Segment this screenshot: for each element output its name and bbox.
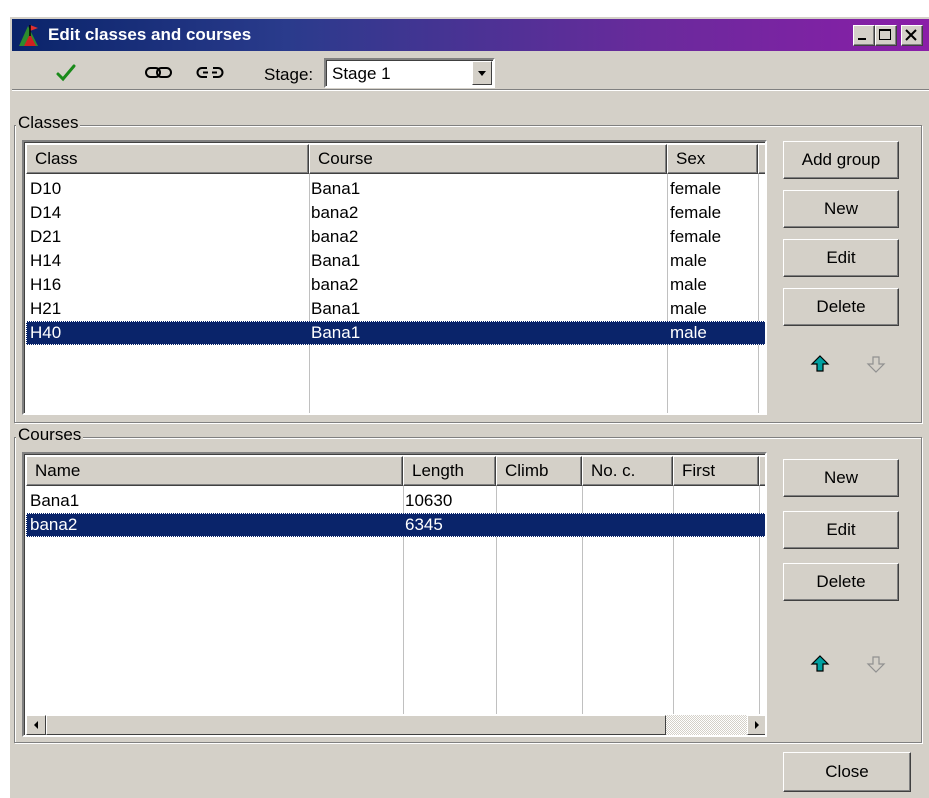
table-row[interactable]: H16 bana2 male: [26, 273, 765, 297]
minimize-button[interactable]: [853, 25, 875, 46]
new-class-button[interactable]: New: [783, 190, 899, 228]
title-bar[interactable]: Edit classes and courses: [12, 19, 929, 51]
table-row[interactable]: Bana1 10630: [26, 489, 765, 513]
table-row[interactable]: D21 bana2 female: [26, 225, 765, 249]
column-header-name[interactable]: Name: [26, 456, 403, 486]
course-cell: bana2: [311, 227, 359, 246]
sex-cell: male: [670, 275, 707, 294]
move-down-icon[interactable]: [866, 354, 886, 374]
edit-course-button[interactable]: Edit: [783, 511, 899, 549]
scroll-right-button[interactable]: [747, 715, 765, 735]
horizontal-scrollbar[interactable]: [26, 715, 765, 735]
stage-dropdown-button[interactable]: [472, 61, 492, 85]
chevron-left-icon: [34, 721, 38, 729]
course-cell: bana2: [311, 203, 359, 222]
column-header-class[interactable]: Class: [26, 144, 309, 174]
class-cell: H14: [30, 251, 62, 270]
length-cell: 10630: [405, 491, 453, 510]
add-group-button[interactable]: Add group: [783, 141, 899, 179]
column-header-length[interactable]: Length: [403, 456, 496, 486]
sex-cell: female: [670, 179, 722, 198]
courses-list[interactable]: Name Length Climb No. c. First Bana1 106…: [22, 452, 767, 737]
sex-cell: male: [670, 299, 707, 318]
class-cell: H16: [30, 275, 62, 294]
sex-cell: female: [670, 227, 722, 246]
name-cell: Bana1: [30, 491, 80, 510]
move-up-icon[interactable]: [810, 654, 830, 674]
sex-cell: male: [670, 251, 707, 270]
close-button[interactable]: Close: [783, 752, 911, 792]
column-header-first[interactable]: First: [673, 456, 759, 486]
move-down-icon[interactable]: [866, 654, 886, 674]
edit-class-button[interactable]: Edit: [783, 239, 899, 277]
stage-label: Stage:: [264, 65, 314, 84]
window-title: Edit classes and courses: [48, 25, 252, 44]
edit-classes-window: Edit classes and courses Stage: Stage 1 …: [8, 15, 929, 798]
column-header-controls[interactable]: No. c.: [582, 456, 673, 486]
column-header-empty: [759, 456, 765, 486]
stage-value: Stage 1: [332, 64, 391, 83]
table-row-selected[interactable]: bana2 6345: [26, 513, 765, 537]
unlink-icon[interactable]: [195, 65, 225, 81]
table-row-selected[interactable]: H40 Bana1 male: [26, 321, 765, 345]
course-cell: Bana1: [311, 179, 361, 198]
name-cell: bana2: [30, 515, 78, 534]
courses-group-label: Courses: [16, 425, 84, 445]
class-cell: D10: [30, 179, 62, 198]
table-row[interactable]: H21 Bana1 male: [26, 297, 765, 321]
app-icon: [19, 25, 38, 46]
move-up-icon[interactable]: [810, 354, 830, 374]
new-course-button[interactable]: New: [783, 459, 899, 497]
class-cell: D21: [30, 227, 62, 246]
classes-list[interactable]: Class Course Sex D10 Bana1 female D14 ba…: [22, 140, 767, 415]
class-cell: H40: [30, 323, 62, 342]
delete-course-button[interactable]: Delete: [783, 563, 899, 601]
scroll-left-button[interactable]: [26, 715, 46, 735]
stage-select[interactable]: Stage 1: [324, 58, 495, 88]
close-icon: [905, 29, 917, 41]
table-row[interactable]: H14 Bana1 male: [26, 249, 765, 273]
sex-cell: male: [670, 323, 707, 342]
course-cell: Bana1: [311, 299, 361, 318]
delete-class-button[interactable]: Delete: [783, 288, 899, 326]
course-cell: Bana1: [311, 323, 361, 342]
course-cell: bana2: [311, 275, 359, 294]
minimize-icon: [858, 38, 866, 40]
maximize-button[interactable]: [875, 25, 897, 46]
chevron-down-icon: [478, 71, 486, 76]
column-header-empty: [758, 144, 765, 174]
classes-group-label: Classes: [16, 113, 81, 133]
checkmark-icon[interactable]: [55, 62, 77, 84]
length-cell: 6345: [405, 515, 443, 534]
toolbar-separator: [12, 89, 929, 91]
chevron-right-icon: [755, 721, 759, 729]
table-row[interactable]: D14 bana2 female: [26, 201, 765, 225]
table-row[interactable]: D10 Bana1 female: [26, 177, 765, 201]
course-cell: Bana1: [311, 251, 361, 270]
column-header-climb[interactable]: Climb: [496, 456, 582, 486]
sex-cell: female: [670, 203, 722, 222]
maximize-icon: [879, 29, 891, 40]
link-icon[interactable]: [144, 65, 174, 81]
column-header-sex[interactable]: Sex: [667, 144, 758, 174]
class-cell: D14: [30, 203, 62, 222]
column-header-course[interactable]: Course: [309, 144, 667, 174]
class-cell: H21: [30, 299, 62, 318]
close-window-button[interactable]: [901, 25, 923, 46]
scrollbar-thumb[interactable]: [46, 715, 666, 735]
